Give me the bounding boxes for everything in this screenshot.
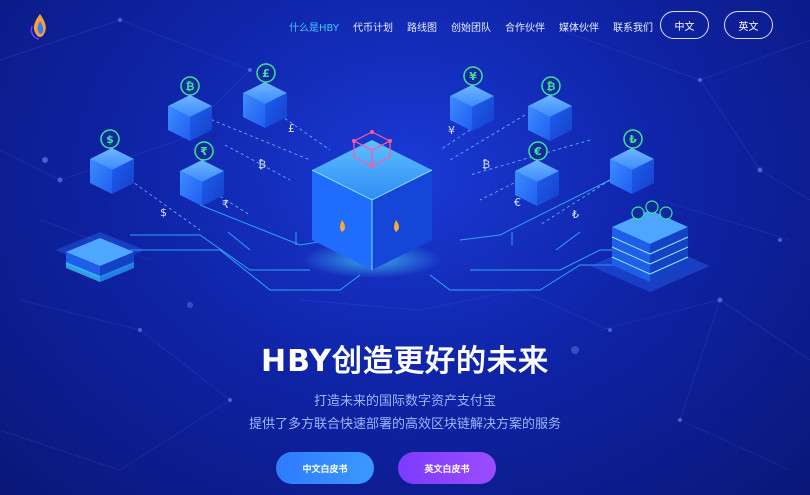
nav-item-what-is-hby[interactable]: 什么是HBY — [289, 19, 339, 34]
nav-item-roadmap[interactable]: 路线图 — [407, 19, 437, 34]
svg-text:¥: ¥ — [448, 124, 455, 137]
language-english-button[interactable]: 英文 — [724, 11, 773, 39]
svg-text:¥: ¥ — [469, 70, 477, 83]
nav-item-partners[interactable]: 合作伙伴 — [505, 19, 545, 34]
svg-text:$: $ — [106, 133, 114, 146]
svg-text:$: $ — [160, 206, 167, 219]
language-chinese-button[interactable]: 中文 — [660, 11, 709, 39]
svg-text:₺: ₺ — [629, 133, 637, 146]
svg-text:₿: ₿ — [258, 158, 266, 171]
hero-title: HBY创造更好的未来 — [260, 344, 550, 379]
nav-item-contact[interactable]: 联系我们 — [613, 19, 653, 34]
svg-text:₿: ₿ — [186, 80, 195, 93]
nav-item-founding-team[interactable]: 创始团队 — [451, 19, 491, 34]
nav-item-media-partners[interactable]: 媒体伙伴 — [559, 19, 599, 34]
hero-subtitle-line2: 提供了多方联合快速部署的高效区块链解决方案的服务 — [248, 417, 561, 432]
hero-subtitle-line1: 打造未来的国际数字资产支付宝 — [313, 394, 496, 409]
english-whitepaper-button[interactable]: 英文白皮书 — [398, 452, 496, 484]
svg-text:₿: ₿ — [547, 80, 556, 93]
svg-text:₺: ₺ — [572, 208, 579, 221]
svg-text:₿: ₿ — [482, 158, 490, 171]
hby-logo-icon[interactable] — [28, 12, 52, 40]
svg-text:€: € — [514, 196, 521, 209]
svg-text:₹: ₹ — [222, 198, 229, 211]
svg-text:£: £ — [288, 122, 295, 135]
svg-text:£: £ — [262, 67, 270, 80]
chinese-whitepaper-button[interactable]: 中文白皮书 — [276, 452, 374, 484]
svg-text:₹: ₹ — [200, 145, 208, 158]
main-nav: 什么是HBY 代币计划 路线图 创始团队 合作伙伴 媒体伙伴 联系我们 — [289, 19, 653, 34]
svg-text:€: € — [533, 145, 542, 158]
nav-item-token-plan[interactable]: 代币计划 — [353, 19, 393, 34]
